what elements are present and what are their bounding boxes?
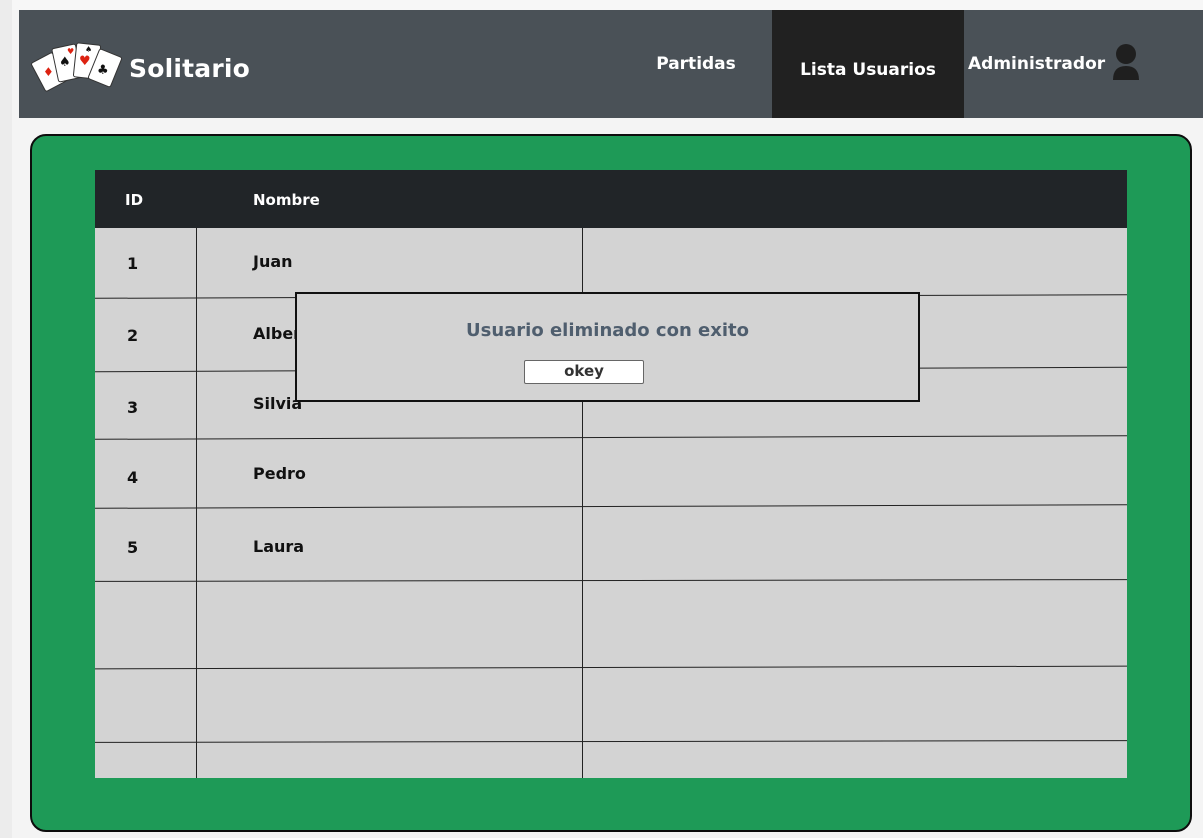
svg-text:♥: ♥	[67, 47, 74, 56]
table-row-1-nombre[interactable]: Juan	[253, 252, 293, 271]
nav-lista-usuarios-label: Lista Usuarios	[800, 60, 936, 80]
table-row-4-id: 4	[127, 468, 139, 487]
nav-partidas[interactable]: Partidas	[640, 10, 752, 118]
table-row-5-id: 5	[127, 538, 139, 557]
column-divider	[196, 228, 197, 778]
row-divider	[94, 579, 1128, 582]
brand-title: Solitario	[129, 53, 251, 83]
users-table: ID Nombre 1 Juan 2 Alberto 3 Silvia 4 Pe…	[94, 170, 1128, 778]
user-icon	[1113, 44, 1140, 80]
nav-partidas-label: Partidas	[656, 54, 736, 74]
brand[interactable]: ♦ ♠ ♥ ♣ ♥ ♠ Solitario	[31, 38, 250, 98]
okey-button[interactable]: okey	[524, 360, 644, 384]
dialog-message: Usuario eliminado con exito	[466, 320, 749, 341]
left-strip	[0, 0, 12, 838]
svg-text:♣: ♣	[97, 63, 109, 78]
top-strip	[0, 0, 1203, 10]
svg-text:♥: ♥	[79, 54, 91, 69]
table-row-3-id: 3	[127, 398, 139, 417]
table-row-5-nombre[interactable]: Laura	[253, 537, 304, 556]
row-divider	[95, 665, 1127, 670]
column-header-id: ID	[125, 191, 144, 209]
nav-administrador[interactable]: Administrador	[968, 10, 1188, 118]
nav-lista-usuarios[interactable]: Lista Usuarios	[772, 10, 964, 118]
row-divider	[95, 435, 1127, 440]
table-row-2-id: 2	[127, 326, 139, 345]
svg-text:♦: ♦	[43, 65, 54, 79]
app-window: ♦ ♠ ♥ ♣ ♥ ♠ Solitario Partidas Lista Usu…	[0, 0, 1203, 838]
svg-text:♠: ♠	[59, 55, 71, 70]
table-row-1-id: 1	[127, 254, 139, 273]
row-divider	[95, 504, 1127, 509]
svg-text:♠: ♠	[85, 45, 92, 54]
navbar: ♦ ♠ ♥ ♣ ♥ ♠ Solitario Partidas Lista Usu…	[19, 10, 1203, 118]
column-header-nombre: Nombre	[253, 191, 320, 209]
success-dialog: Usuario eliminado con exito okey	[295, 292, 920, 402]
nav-administrador-label: Administrador	[968, 54, 1106, 74]
table-row-4-nombre[interactable]: Pedro	[253, 464, 306, 483]
cards-logo-icon: ♦ ♠ ♥ ♣ ♥ ♠	[31, 42, 123, 92]
row-divider	[94, 740, 1128, 743]
table-header: ID Nombre	[95, 170, 1127, 228]
